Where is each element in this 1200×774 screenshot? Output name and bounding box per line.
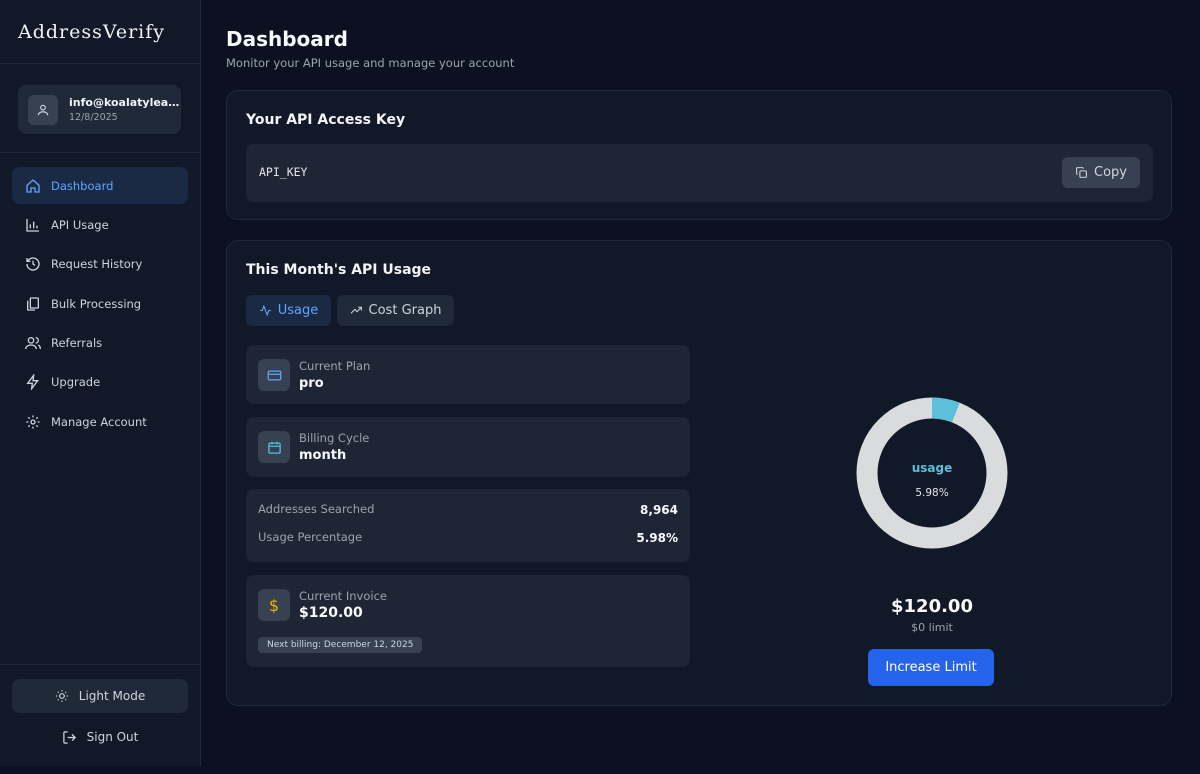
- sidebar-item-label: Dashboard: [51, 178, 114, 193]
- sidebar-nav: Dashboard API Usage Request History Bulk…: [12, 167, 188, 443]
- current-invoice-panel: $ Current Invoice $120.00 Next billing: …: [246, 575, 690, 667]
- donut-center-label: usage: [911, 461, 953, 475]
- bar-chart-icon: [25, 217, 41, 233]
- next-billing-badge: Next billing: December 12, 2025: [258, 637, 423, 653]
- sidebar-item-api-usage[interactable]: API Usage: [12, 206, 188, 243]
- api-key-card: Your API Access Key API_KEY Copy: [226, 90, 1172, 220]
- tab-cost-graph[interactable]: Cost Graph: [337, 295, 454, 326]
- api-key-value[interactable]: API_KEY: [259, 165, 307, 179]
- divider: [0, 664, 200, 665]
- copy-button[interactable]: Copy: [1062, 157, 1140, 188]
- sidebar-item-label: API Usage: [51, 217, 109, 232]
- tab-label: Cost Graph: [368, 303, 442, 318]
- usage-percentage-row: Usage Percentage 5.98%: [258, 530, 678, 546]
- sidebar-item-label: Request History: [51, 257, 143, 272]
- gear-icon: [25, 414, 41, 430]
- lightning-icon: [25, 374, 41, 391]
- addresses-value: 8,964: [640, 503, 678, 517]
- light-mode-button[interactable]: Light Mode: [12, 679, 188, 713]
- trending-up-icon: [350, 306, 362, 314]
- user-email: info@koalatylea…: [69, 96, 180, 109]
- current-plan-panel: Current Plan pro: [246, 345, 690, 404]
- usage-card: This Month's API Usage Usage Cost Graph …: [226, 240, 1172, 706]
- usage-limit: $0 limit: [911, 621, 953, 634]
- sidebar-item-label: Upgrade: [51, 375, 101, 390]
- user-card[interactable]: info@koalatylea… 12/8/2025: [18, 85, 181, 134]
- sidebar-item-referrals[interactable]: Referrals: [12, 325, 188, 362]
- plan-value: pro: [299, 376, 324, 391]
- users-icon: [25, 335, 41, 351]
- files-icon: [25, 296, 41, 312]
- dollar-icon: $: [258, 589, 290, 621]
- calendar-icon: [258, 431, 290, 463]
- sign-out-icon: [62, 730, 76, 744]
- sidebar-item-dashboard[interactable]: Dashboard: [12, 167, 188, 204]
- api-key-title: Your API Access Key: [246, 112, 406, 128]
- usage-amount: $120.00: [891, 596, 973, 617]
- user-date: 12/8/2025: [69, 112, 118, 123]
- donut-center-value: 5.98%: [915, 487, 949, 499]
- divider: [0, 152, 200, 153]
- history-icon: [25, 256, 41, 272]
- billing-cycle-panel: Billing Cycle month: [246, 417, 690, 477]
- sign-out-button[interactable]: Sign Out: [12, 724, 188, 750]
- percentage-value: 5.98%: [636, 531, 678, 545]
- sign-out-label: Sign Out: [86, 730, 139, 744]
- usage-title: This Month's API Usage: [246, 262, 432, 278]
- copy-icon: [1076, 167, 1087, 178]
- usage-stats-panel: Addresses Searched 8,964 Usage Percentag…: [246, 489, 690, 562]
- page-subtitle: Monitor your API usage and manage your a…: [226, 56, 515, 70]
- invoice-label: Current Invoice: [299, 589, 387, 603]
- cycle-value: month: [299, 448, 347, 463]
- activity-icon: [259, 304, 271, 317]
- increase-limit-button[interactable]: Increase Limit: [868, 649, 994, 686]
- sidebar-item-label: Manage Account: [51, 414, 147, 429]
- sidebar-item-request-history[interactable]: Request History: [12, 246, 188, 283]
- home-icon: [25, 178, 41, 194]
- addresses-label: Addresses Searched: [258, 502, 375, 516]
- sidebar-item-bulk-processing[interactable]: Bulk Processing: [12, 285, 188, 322]
- addresses-searched-row: Addresses Searched 8,964: [258, 502, 678, 518]
- light-mode-label: Light Mode: [78, 689, 146, 703]
- plan-label: Current Plan: [299, 359, 371, 373]
- sidebar-item-label: Referrals: [51, 336, 103, 351]
- page-title: Dashboard: [226, 27, 348, 51]
- sidebar-item-label: Bulk Processing: [51, 296, 142, 311]
- credit-card-icon: [258, 359, 290, 391]
- cycle-label: Billing Cycle: [299, 431, 370, 445]
- sidebar-item-upgrade[interactable]: Upgrade: [12, 364, 188, 401]
- tab-label: Usage: [277, 303, 319, 318]
- invoice-value: $120.00: [299, 605, 363, 621]
- sidebar: AddressVerify info@koalatylea… 12/8/2025…: [0, 0, 201, 766]
- percentage-label: Usage Percentage: [258, 530, 363, 544]
- api-key-box: API_KEY Copy: [246, 144, 1153, 202]
- copy-label: Copy: [1094, 165, 1127, 180]
- user-icon: [28, 94, 58, 125]
- sidebar-item-manage-account[interactable]: Manage Account: [12, 403, 188, 440]
- sun-icon: [55, 690, 68, 702]
- app-logo[interactable]: AddressVerify: [0, 0, 200, 64]
- tab-usage[interactable]: Usage: [246, 295, 331, 326]
